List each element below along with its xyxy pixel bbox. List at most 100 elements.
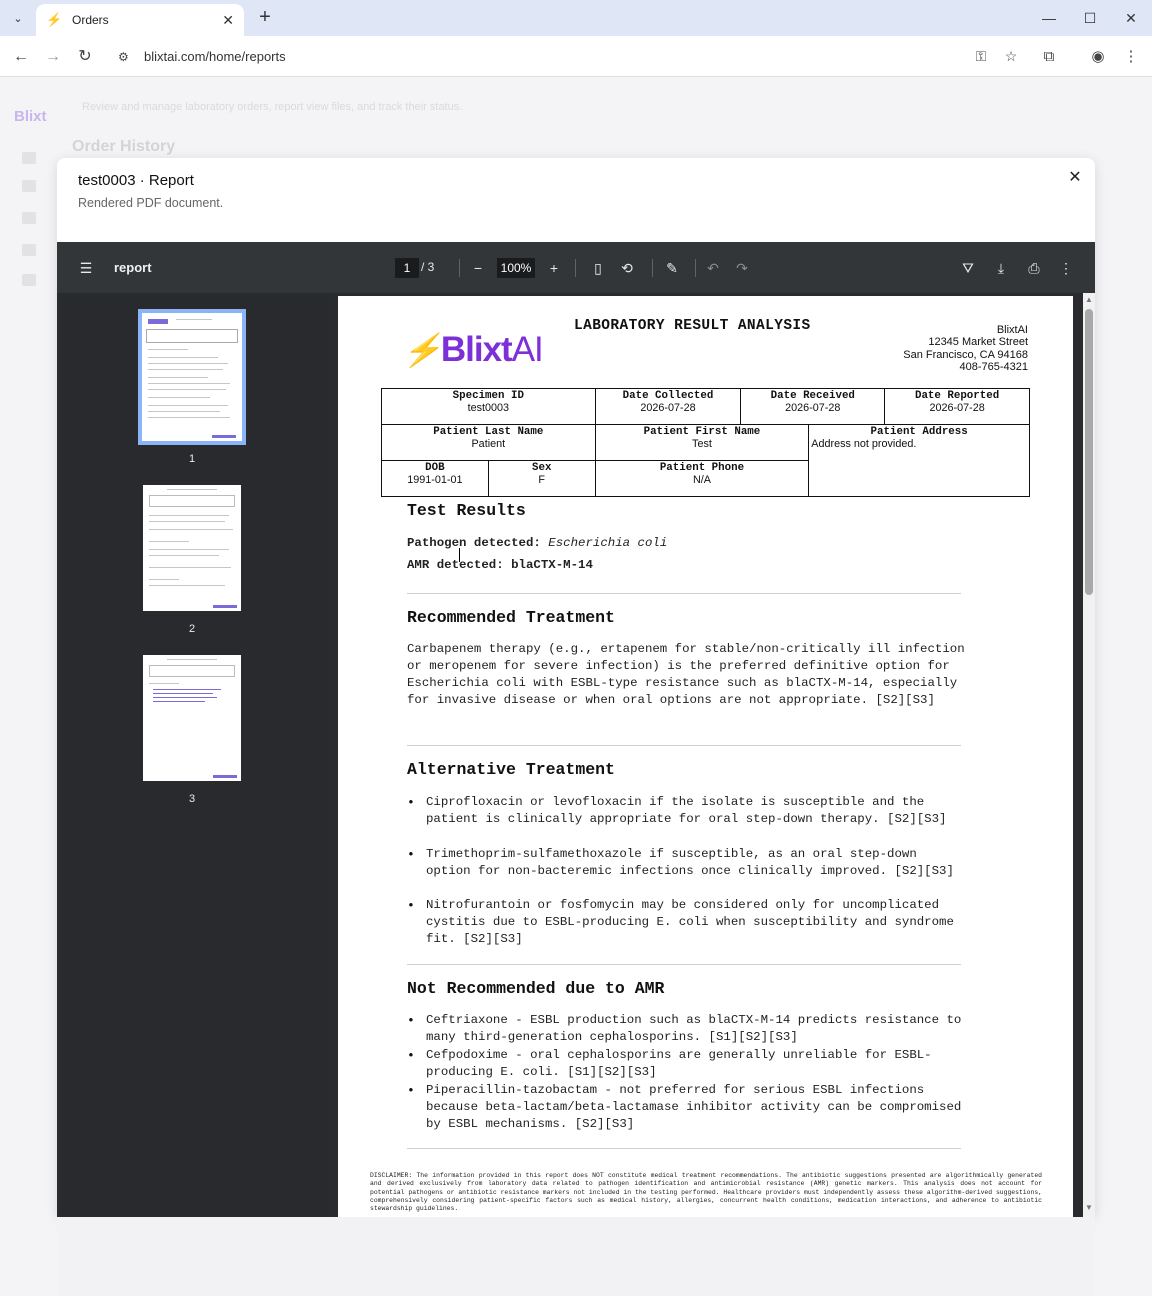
scroll-down-icon[interactable]: ▼: [1084, 1203, 1094, 1212]
alternative-item: Nitrofurantoin or fosfomycin may be cons…: [407, 897, 967, 948]
sidebar-menu-icon[interactable]: ☰: [75, 257, 97, 279]
toolbar-divider: [459, 259, 460, 277]
profile-icon[interactable]: ◉: [1085, 44, 1111, 70]
site-info-icon[interactable]: ⚙: [118, 50, 134, 64]
tab-search-icon[interactable]: ⌄: [6, 6, 30, 30]
app-logo: Blixt: [14, 108, 47, 125]
modal-footer-area: [57, 1217, 1095, 1296]
lab-street: 12345 Market Street: [928, 336, 1028, 349]
undo-icon[interactable]: ↶: [702, 257, 724, 279]
more-options-icon[interactable]: ⋮: [1055, 257, 1077, 279]
tab-close-icon[interactable]: ✕: [222, 12, 234, 29]
pdf-toolbar: ☰ report 1 / 3 − 100% + ▯ ⟲ ✎ ↶ ↷ ⛛ ⤓ ⎙ …: [57, 242, 1095, 293]
tab-title: Orders: [72, 13, 109, 27]
extensions-icon[interactable]: ⧉: [1036, 44, 1062, 70]
divider: [407, 1148, 961, 1149]
page-number-input[interactable]: 1: [395, 258, 419, 278]
alternative-item: Ciprofloxacin or levofloxacin if the iso…: [407, 794, 967, 828]
amr-value: blaCTX-M-14: [511, 558, 593, 572]
disclaimer: DISCLAIMER: The information provided in …: [370, 1172, 1042, 1213]
sidebar-orders-icon: [22, 180, 36, 192]
redo-icon[interactable]: ↷: [731, 257, 753, 279]
address-bar-row: ← → ↻ ⚙ blixtai.com/home/reports ⚿ ☆ ⧉ ◉…: [0, 36, 1152, 77]
page-thumbnail[interactable]: [143, 485, 241, 611]
app-page-title: Order History: [72, 138, 176, 155]
sidebar-settings-icon: [22, 274, 36, 286]
tab-strip: ⌄ ⚡ Orders ✕ + — ☐ ✕: [0, 0, 1152, 36]
page-thumbnail[interactable]: [143, 655, 241, 781]
not-recommended-heading: Not Recommended due to AMR: [407, 979, 665, 998]
sidebar-home-icon: [22, 152, 36, 164]
last-name-cell: Patient Last Name Patient: [381, 424, 596, 461]
browser-tab[interactable]: ⚡ Orders ✕: [36, 4, 244, 36]
new-tab-icon[interactable]: +: [254, 6, 276, 28]
modal-header: test0003 · Report Rendered PDF document.…: [57, 158, 1095, 242]
page-count: / 3: [421, 260, 435, 274]
maximize-icon[interactable]: ☐: [1075, 6, 1105, 30]
reload-icon[interactable]: ↻: [72, 44, 98, 70]
minimize-icon[interactable]: —: [1034, 6, 1064, 30]
page-thumbnail[interactable]: [138, 309, 246, 445]
bookmark-star-icon[interactable]: ☆: [996, 48, 1026, 65]
bolt-icon: ⚡: [402, 332, 442, 368]
thumbnail-label: 2: [188, 623, 196, 635]
alternative-heading: Alternative Treatment: [407, 760, 615, 779]
lab-phone: 408-765-4321: [959, 360, 1028, 373]
back-icon[interactable]: ←: [8, 44, 34, 70]
app-subtitle: Review and manage laboratory orders, rep…: [82, 101, 463, 113]
report-modal: test0003 · Report Rendered PDF document.…: [57, 158, 1095, 1217]
thumbnail-label: 1: [188, 453, 196, 465]
toolbar-divider: [575, 259, 576, 277]
logo-wordmark: Blixt: [440, 330, 513, 369]
omnibox[interactable]: ⚙ blixtai.com/home/reports ⚿ ☆: [106, 41, 1026, 72]
date-collected-cell: Date Collected 2026-07-28: [594, 388, 742, 425]
sidebar-reports-icon: [22, 212, 36, 224]
lab-address: BlixtAI 12345 Market Street San Francisc…: [903, 324, 1028, 373]
blixt-favicon-icon: ⚡: [46, 12, 63, 27]
zoom-in-icon[interactable]: +: [543, 257, 565, 279]
specimen-id-cell: Specimen ID test0003: [381, 388, 596, 425]
lab-city: San Francisco, CA 94168: [903, 348, 1028, 361]
url-text[interactable]: blixtai.com/home/reports: [144, 49, 966, 64]
date-reported-cell: Date Reported 2026-07-28: [884, 388, 1030, 425]
patient-info-table: Specimen ID test0003 Date Collected 2026-0…: [381, 388, 1030, 497]
not-recommended-item: Ceftriaxone - ESBL production such as bl…: [407, 1012, 967, 1046]
modal-subtitle: Rendered PDF document.: [78, 196, 224, 210]
zoom-out-icon[interactable]: −: [467, 257, 489, 279]
window-close-icon[interactable]: ✕: [1116, 6, 1146, 30]
download-icon[interactable]: ⤓: [990, 257, 1012, 279]
document-name: report: [114, 260, 152, 275]
recommended-heading: Recommended Treatment: [407, 608, 615, 627]
browser-menu-icon[interactable]: ⋮: [1118, 44, 1144, 70]
sidebar-users-icon: [22, 244, 36, 256]
amr-line: AMR detected: blaCTX-M-14: [407, 558, 593, 572]
password-key-icon[interactable]: ⚿: [966, 48, 996, 65]
pdf-page: ⚡BlixtAI LABORATORY RESULT ANALYSIS Blix…: [338, 296, 1073, 1217]
fit-page-icon[interactable]: ▯: [587, 257, 609, 279]
print-icon[interactable]: ⎙: [1023, 257, 1045, 279]
alternative-item: Trimethoprim-sulfamethoxazole if suscept…: [407, 846, 967, 880]
modal-close-button[interactable]: ✕: [1065, 168, 1085, 188]
toolbar-divider: [695, 259, 696, 277]
sex-cell: Sex F: [487, 460, 596, 497]
modal-title: test0003 · Report: [78, 172, 194, 189]
zoom-level-input[interactable]: 100%: [497, 258, 535, 278]
pdf-scrollbar[interactable]: ▲ ▼: [1083, 293, 1095, 1217]
save-to-drive-icon[interactable]: ⛛: [957, 257, 979, 279]
scroll-up-icon[interactable]: ▲: [1084, 295, 1094, 304]
test-results-heading: Test Results: [407, 501, 526, 520]
divider: [407, 745, 961, 746]
scrollbar-thumb[interactable]: [1085, 309, 1093, 595]
recommended-text: Carbapenem therapy (e.g., ertapenem for …: [407, 642, 965, 707]
rotate-icon[interactable]: ⟲: [616, 257, 638, 279]
text-cursor: [459, 548, 462, 562]
dob-cell: DOB 1991-01-01: [381, 460, 489, 497]
pathogen-value: Escherichia coli: [548, 536, 668, 550]
blixtai-logo: ⚡BlixtAI: [402, 330, 544, 370]
forward-icon[interactable]: →: [40, 44, 66, 70]
not-recommended-item: Piperacillin-tazobactam - not preferred …: [407, 1082, 967, 1133]
annotate-pen-icon[interactable]: ✎: [661, 257, 683, 279]
divider: [407, 964, 961, 965]
thumbnail-label: 3: [188, 793, 196, 805]
toolbar-divider: [652, 259, 653, 277]
